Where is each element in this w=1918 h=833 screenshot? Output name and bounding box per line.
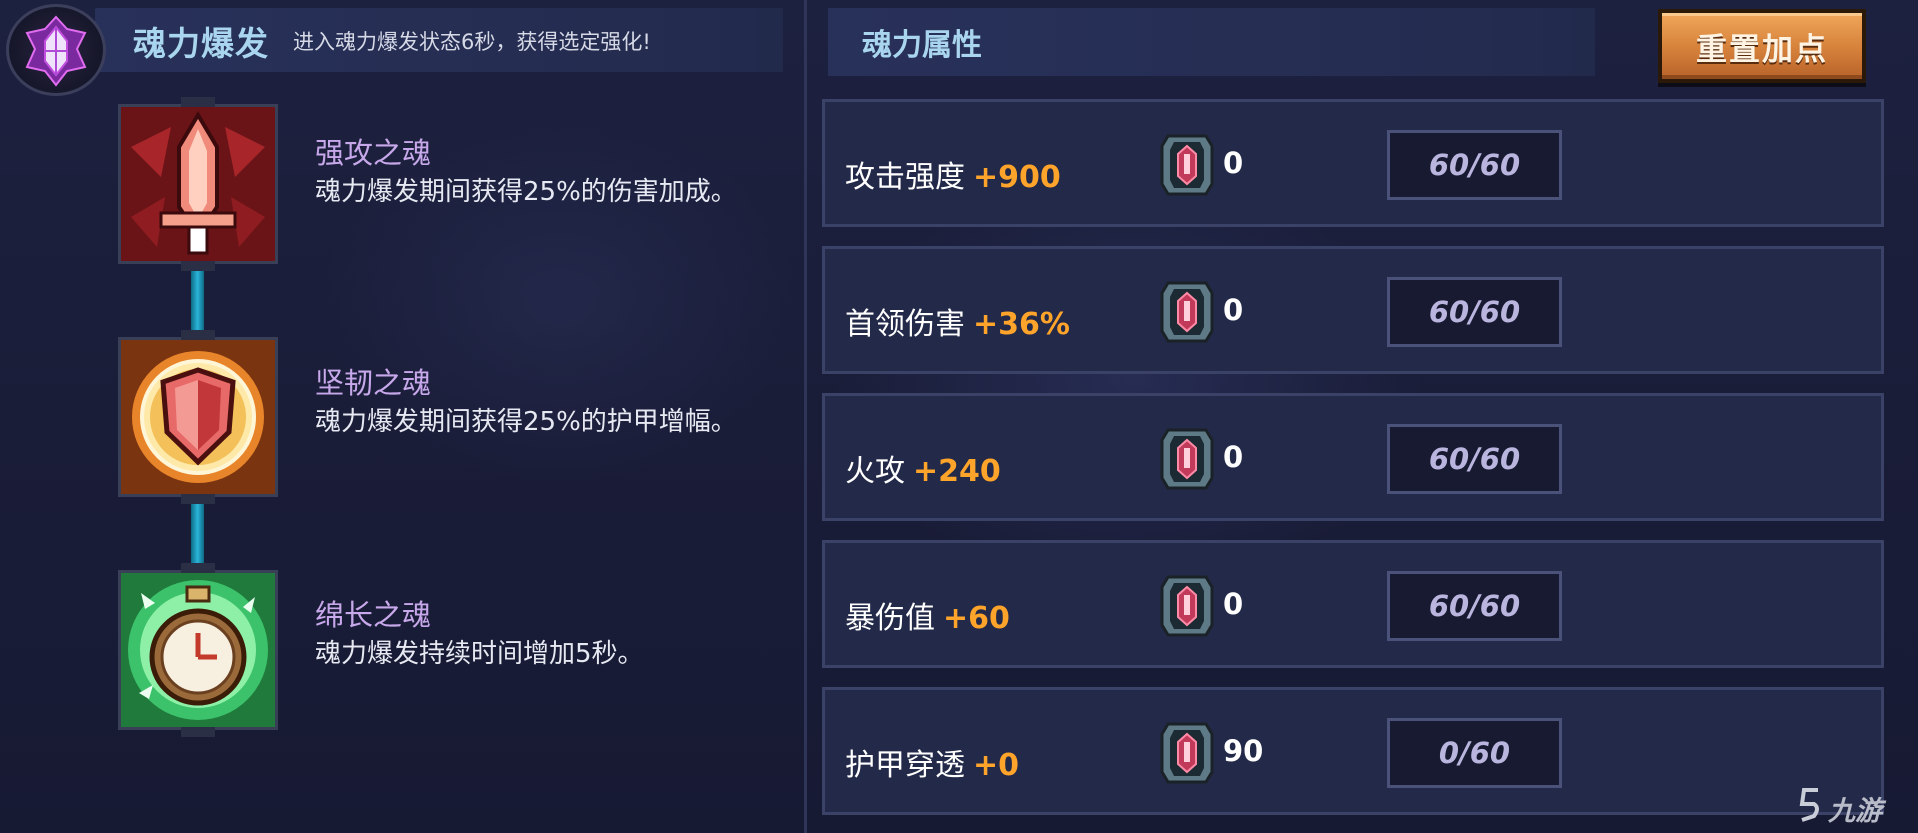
reset-points-button[interactable]: 重置加点 — [1658, 9, 1866, 83]
panel-divider — [804, 0, 807, 833]
stat-row: 护甲穿透 +0 90 0/60 — [822, 687, 1884, 815]
stat-name: 暴伤值 — [845, 601, 935, 636]
stat-progress-box[interactable]: 60/60 — [1387, 424, 1562, 494]
watermark-text: 九游 — [1828, 796, 1882, 827]
skill-connector — [191, 268, 204, 338]
stat-name: 火攻 — [845, 454, 905, 489]
stat-row: 攻击强度 +900 0 60/60 — [822, 99, 1884, 227]
stat-row: 暴伤值 +60 0 60/60 — [822, 540, 1884, 668]
soul-gem-icon[interactable] — [1160, 132, 1214, 198]
stat-bonus: +240 — [913, 454, 1001, 489]
soul-burst-title: 魂力爆发 — [133, 24, 269, 63]
skill-name: 绵长之魂 — [315, 598, 432, 632]
stat-label: 暴伤值 +60 — [845, 593, 1010, 637]
stat-points: 0 — [1223, 293, 1244, 327]
stat-points: 0 — [1223, 587, 1244, 621]
shield-icon — [121, 340, 275, 494]
properties-title: 魂力属性 — [862, 28, 982, 63]
skill-description: 魂力爆发持续时间增加5秒。 — [315, 639, 644, 669]
stat-progress-box[interactable]: 60/60 — [1387, 277, 1562, 347]
reset-points-label: 重置加点 — [1696, 31, 1828, 68]
crystal-icon — [25, 15, 87, 87]
stat-label: 护甲穿透 +0 — [845, 740, 1019, 784]
stat-points: 0 — [1223, 440, 1244, 474]
skill-slot-strong-attack[interactable] — [118, 97, 278, 271]
stat-progress-value: 0/60 — [1438, 736, 1511, 770]
stat-points: 0 — [1223, 146, 1244, 180]
soul-gem-icon[interactable] — [1160, 720, 1214, 786]
skill-name: 强攻之魂 — [315, 136, 432, 170]
soul-burst-emblem[interactable] — [6, 4, 106, 96]
skill-slot-tenacity[interactable] — [118, 330, 278, 504]
stat-progress-box[interactable]: 0/60 — [1387, 718, 1562, 788]
stopwatch-icon — [121, 573, 275, 727]
stat-label: 火攻 +240 — [845, 446, 1001, 490]
stat-name: 攻击强度 — [845, 160, 965, 195]
stat-name: 护甲穿透 — [845, 748, 965, 783]
stat-label: 攻击强度 +900 — [845, 152, 1061, 196]
skill-description: 魂力爆发期间获得25%的护甲增幅。 — [315, 407, 737, 437]
dagger-icon — [121, 107, 275, 261]
soul-gem-icon[interactable] — [1160, 279, 1214, 345]
skill-description: 魂力爆发期间获得25%的伤害加成。 — [315, 177, 737, 207]
stat-progress-box[interactable]: 60/60 — [1387, 130, 1562, 200]
soul-gem-icon[interactable] — [1160, 426, 1214, 492]
stat-bonus: +60 — [943, 601, 1010, 636]
watermark-logo-icon — [1799, 788, 1819, 822]
stat-row: 首领伤害 +36% 0 60/60 — [822, 246, 1884, 374]
stat-name: 首领伤害 — [845, 307, 965, 342]
stat-bonus: +0 — [973, 748, 1020, 783]
stat-label: 首领伤害 +36% — [845, 299, 1070, 343]
stat-bonus: +900 — [973, 160, 1061, 195]
stat-progress-value: 60/60 — [1428, 148, 1521, 182]
stat-bonus: +36% — [973, 307, 1070, 342]
skill-slot-endurance[interactable] — [118, 563, 278, 737]
soul-gem-icon[interactable] — [1160, 573, 1214, 639]
stat-progress-box[interactable]: 60/60 — [1387, 571, 1562, 641]
stat-row: 火攻 +240 0 60/60 — [822, 393, 1884, 521]
stat-points: 90 — [1223, 734, 1264, 768]
skill-connector — [191, 500, 204, 570]
soul-burst-description: 进入魂力爆发状态6秒，获得选定强化! — [293, 30, 651, 54]
skill-name: 坚韧之魂 — [315, 366, 432, 400]
stat-progress-value: 60/60 — [1428, 589, 1521, 623]
stat-progress-value: 60/60 — [1428, 442, 1521, 476]
stat-progress-value: 60/60 — [1428, 295, 1521, 329]
